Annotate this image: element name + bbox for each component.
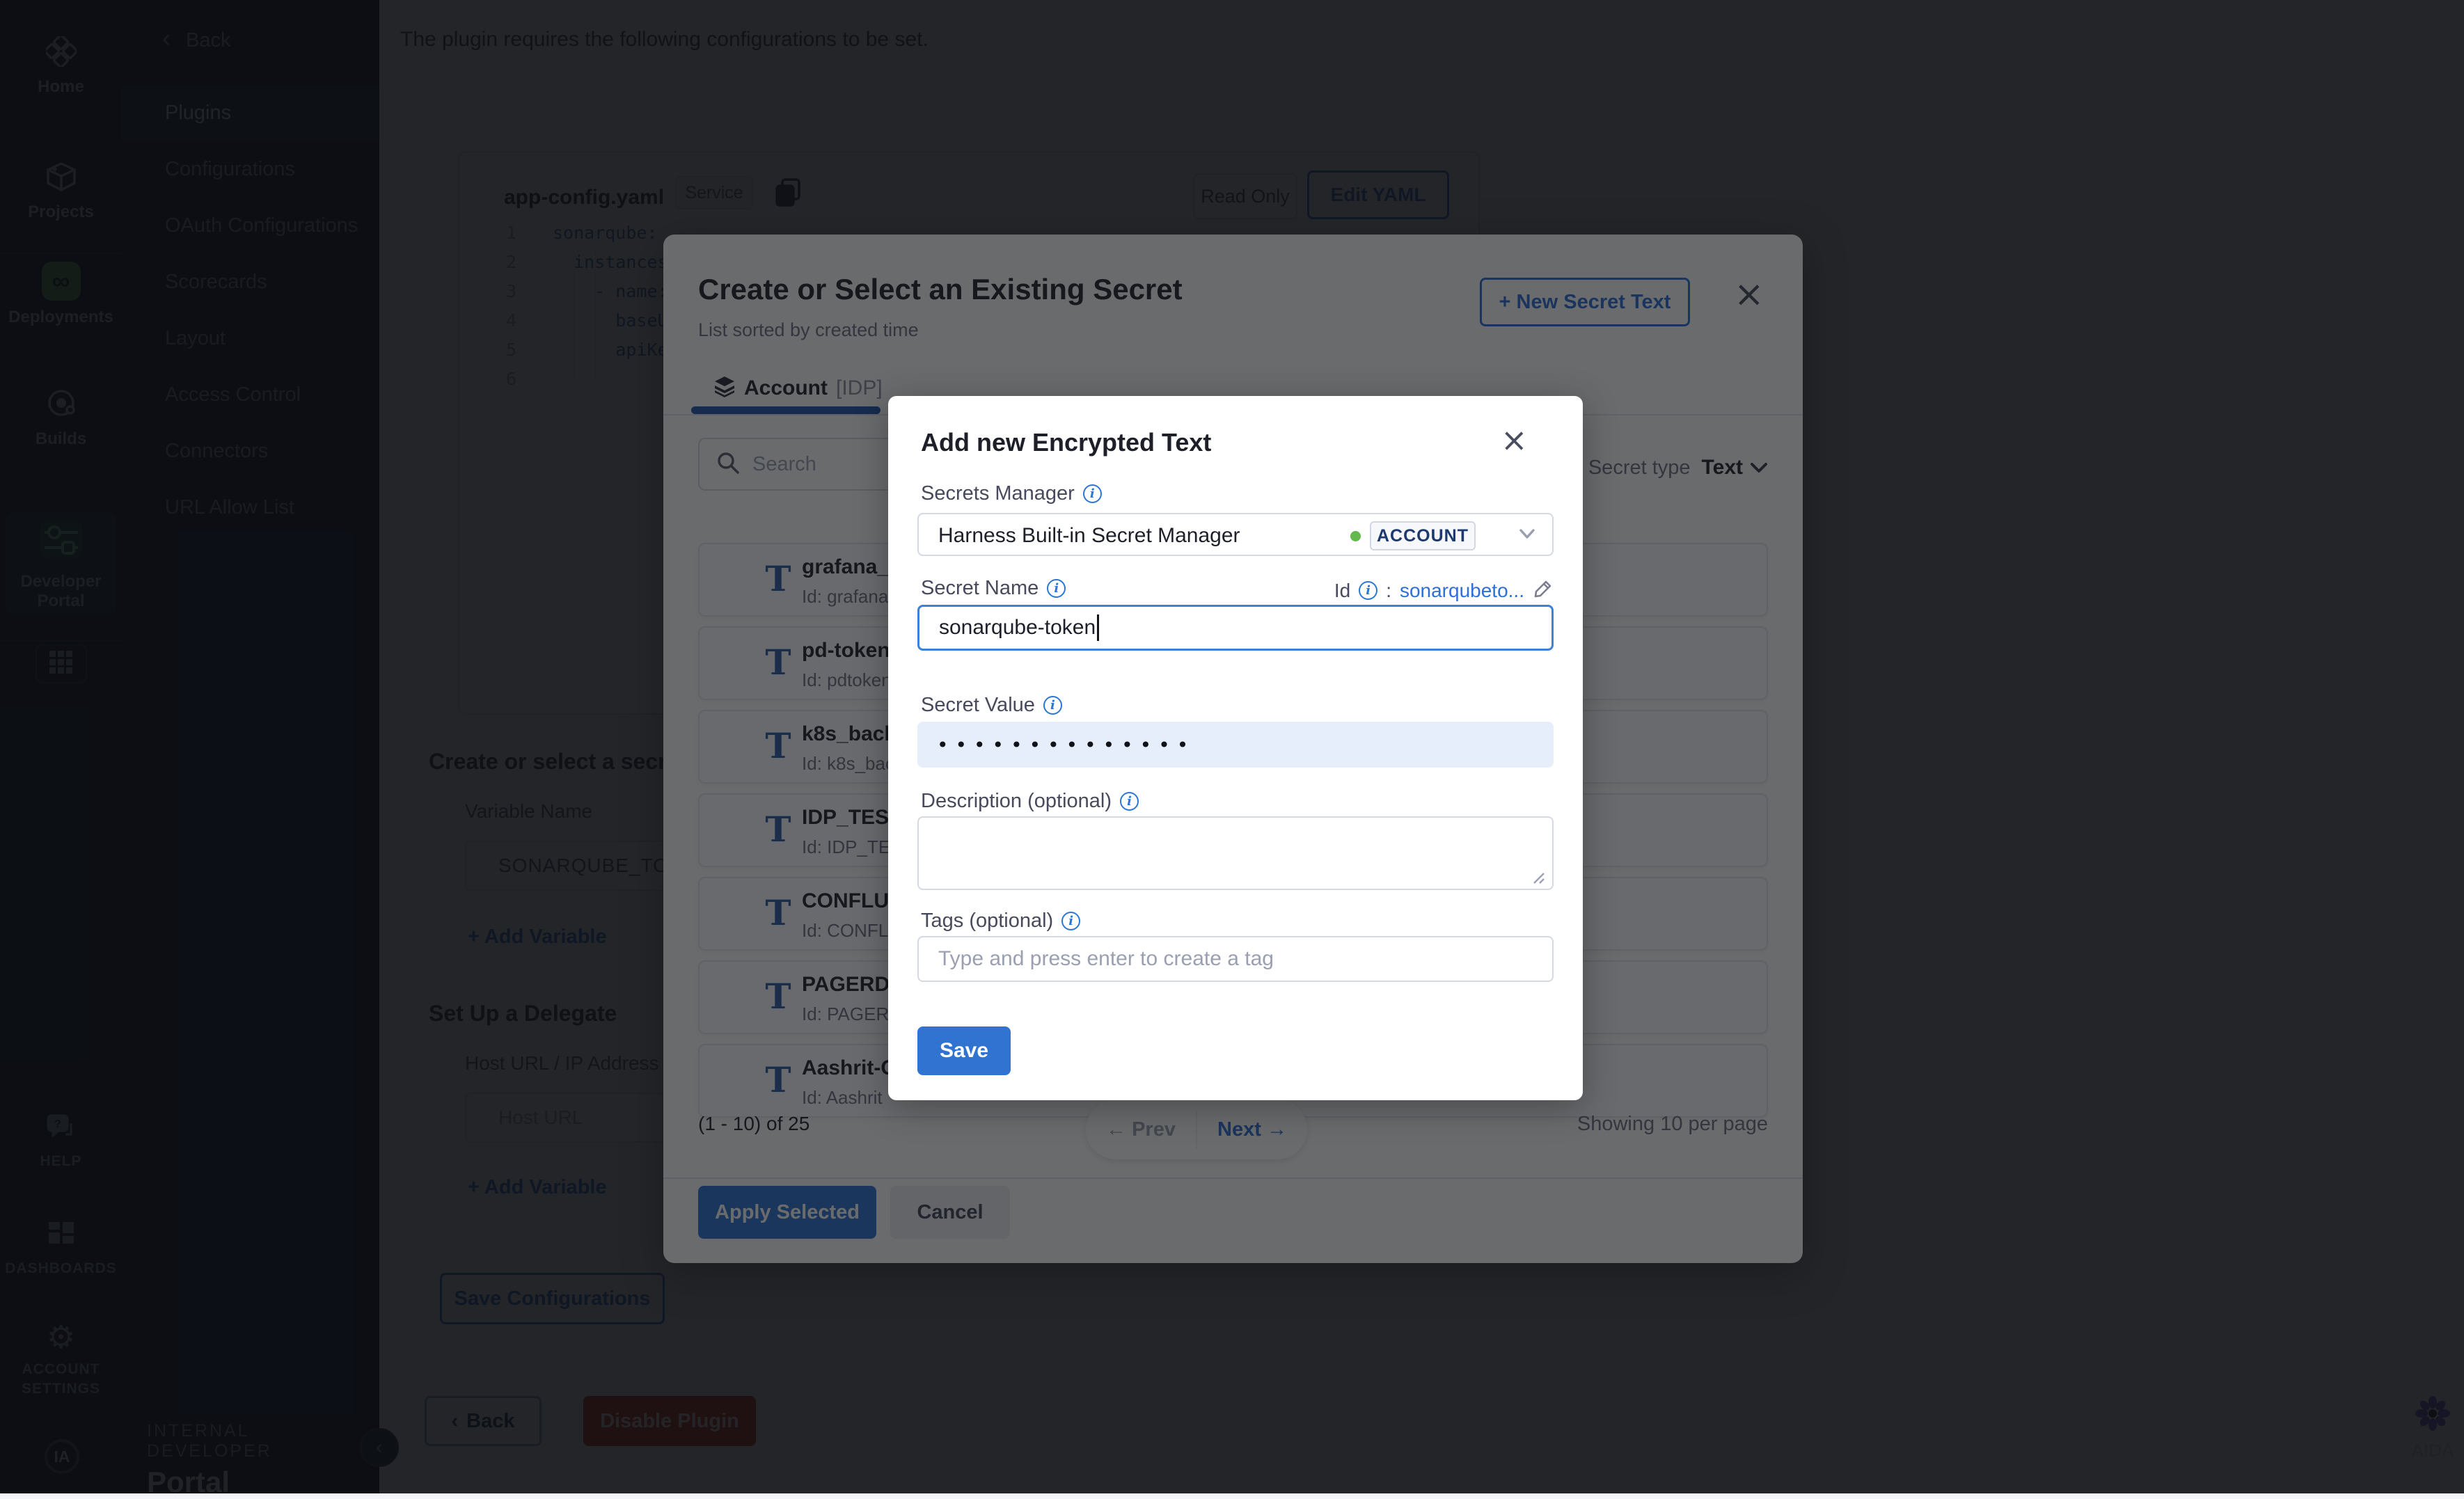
- secret-value-label-row: Secret Value i: [921, 694, 1062, 717]
- page-root: Home Projects ∞ Deployments Builds: [0, 0, 2464, 1493]
- edit-pencil-icon[interactable]: [1533, 578, 1554, 603]
- info-icon[interactable]: i: [1083, 484, 1102, 503]
- close-icon[interactable]: ×: [1501, 424, 1528, 456]
- chevron-down-icon: [1519, 528, 1535, 543]
- info-icon[interactable]: i: [1061, 912, 1080, 930]
- info-icon[interactable]: i: [1047, 579, 1066, 598]
- secret-name-label: Secret Name: [921, 577, 1038, 600]
- id-label: Id: [1334, 580, 1350, 602]
- secret-name-label-row: Secret Name i: [921, 577, 1066, 600]
- scope-badge-account: ACCOUNT: [1370, 521, 1476, 550]
- secret-id-row: Id i : sonarqubeto...: [1334, 578, 1554, 603]
- description-label: Description (optional): [921, 790, 1112, 813]
- secret-value-label: Secret Value: [921, 694, 1035, 717]
- secrets-manager-select[interactable]: Harness Built-in Secret Manager ACCOUNT: [917, 513, 1554, 556]
- tags-input[interactable]: [917, 936, 1554, 982]
- description-textarea[interactable]: [917, 816, 1554, 890]
- resize-handle-icon[interactable]: [1530, 869, 1545, 888]
- secret-name-value: sonarqube-token: [939, 616, 1096, 640]
- secrets-manager-label-row: Secrets Manager i: [921, 482, 1102, 505]
- info-icon[interactable]: i: [1120, 792, 1139, 811]
- secret-value-input[interactable]: ••••••••••••••: [917, 722, 1554, 768]
- tags-label: Tags (optional): [921, 910, 1053, 933]
- secrets-manager-label: Secrets Manager: [921, 482, 1075, 505]
- text-cursor: [1097, 614, 1099, 641]
- status-dot-connected: [1350, 531, 1361, 541]
- masked-secret-value: ••••••••••••••: [937, 733, 1195, 756]
- info-icon[interactable]: i: [1043, 696, 1062, 715]
- add-encrypted-text-modal: Add new Encrypted Text × Secrets Manager…: [888, 396, 1583, 1100]
- save-button[interactable]: Save: [917, 1026, 1011, 1075]
- description-label-row: Description (optional) i: [921, 790, 1139, 813]
- info-icon[interactable]: i: [1359, 581, 1377, 600]
- secrets-manager-value: Harness Built-in Secret Manager: [938, 524, 1240, 548]
- modal-title: Add new Encrypted Text: [921, 428, 1211, 457]
- id-separator: :: [1386, 580, 1391, 602]
- id-value-link[interactable]: sonarqubeto...: [1400, 580, 1524, 602]
- tags-label-row: Tags (optional) i: [921, 910, 1080, 933]
- secret-name-input[interactable]: sonarqube-token: [917, 605, 1554, 651]
